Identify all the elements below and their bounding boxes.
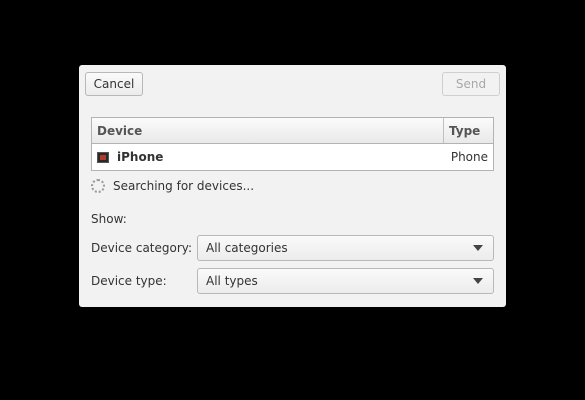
device-type-dropdown[interactable]: All types (197, 268, 494, 294)
phone-device-icon (97, 151, 109, 163)
cancel-button[interactable]: Cancel (85, 72, 143, 96)
search-status-text: Searching for devices... (113, 179, 255, 193)
device-type: Phone (450, 150, 488, 164)
column-header-device[interactable]: Device (92, 118, 444, 143)
device-category-value: All categories (206, 241, 288, 255)
device-table: Device Type iPhone Phone (91, 117, 494, 171)
table-row[interactable]: iPhone Phone (92, 144, 493, 170)
device-type-label: Device type: (91, 274, 167, 288)
search-status: Searching for devices... (91, 177, 254, 195)
spinner-icon (91, 179, 105, 193)
device-name: iPhone (117, 150, 164, 164)
device-category-label: Device category: (91, 241, 193, 255)
chevron-down-icon (473, 278, 483, 284)
device-category-dropdown[interactable]: All categories (197, 235, 494, 261)
device-type-value: All types (206, 274, 258, 288)
show-label: Show: (91, 212, 127, 226)
table-header: Device Type (92, 118, 493, 144)
send-dialog: Cancel Send Device Type iPhone Phone Sea… (79, 65, 506, 307)
column-header-type[interactable]: Type (444, 118, 493, 143)
chevron-down-icon (473, 245, 483, 251)
send-button[interactable]: Send (442, 72, 500, 96)
